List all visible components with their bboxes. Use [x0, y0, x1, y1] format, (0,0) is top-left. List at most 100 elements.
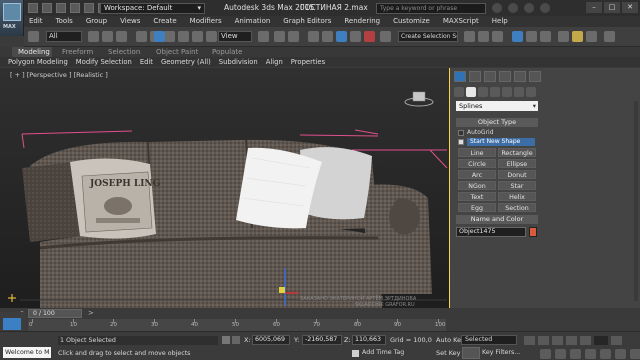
line-button[interactable]: Line: [458, 148, 496, 157]
viewcube-icon[interactable]: [404, 91, 434, 107]
shapes-icon[interactable]: [466, 87, 476, 97]
display-tab-icon[interactable]: [514, 71, 526, 82]
app-menu-button[interactable]: MAX: [0, 0, 24, 36]
geometry-icon[interactable]: [454, 87, 464, 97]
teapot-render-icon[interactable]: [604, 31, 615, 42]
field-of-view-icon[interactable]: [585, 349, 596, 359]
key-filters-button[interactable]: Key Filters...: [482, 349, 520, 356]
keyboard-shortcut-icon[interactable]: [288, 31, 299, 42]
helix-button[interactable]: Helix: [498, 192, 536, 201]
modify-tab-icon[interactable]: [469, 71, 481, 82]
set-keys-icon[interactable]: [462, 347, 480, 359]
autogrid-checkbox-row[interactable]: AutoGrid: [458, 129, 494, 137]
named-selection-dropdown[interactable]: Create Selection Se: [398, 31, 458, 42]
create-tab-icon[interactable]: [454, 71, 466, 82]
object-name-field[interactable]: Object1475: [456, 227, 526, 237]
save-file-icon[interactable]: [56, 3, 66, 13]
y-coordinate-field[interactable]: -2160,587: [302, 335, 342, 345]
select-manipulate-icon[interactable]: [274, 31, 285, 42]
link-icon[interactable]: [88, 31, 99, 42]
panel-edit[interactable]: Edit: [140, 57, 153, 67]
ellipse-button[interactable]: Ellipse: [498, 159, 536, 168]
lock-selection-icon[interactable]: [222, 336, 230, 344]
bind-space-warp-icon[interactable]: [116, 31, 127, 42]
schematic-view-icon[interactable]: [526, 31, 537, 42]
next-frame-icon[interactable]: [566, 336, 577, 345]
ngon-button[interactable]: NGon: [458, 181, 496, 190]
pan-icon[interactable]: [600, 349, 611, 359]
snaps-toggle-icon[interactable]: [308, 31, 319, 42]
text-button[interactable]: Text: [458, 192, 496, 201]
tab-object-paint[interactable]: Object Paint: [156, 48, 198, 56]
undo-icon[interactable]: [28, 31, 39, 42]
maximize-viewport-icon[interactable]: [630, 349, 640, 359]
motion-tab-icon[interactable]: [499, 71, 511, 82]
go-to-start-icon[interactable]: [524, 336, 535, 345]
previous-frame-icon[interactable]: [538, 336, 549, 345]
menu-views[interactable]: Views: [120, 16, 140, 27]
space-warps-icon[interactable]: [514, 87, 524, 97]
new-file-icon[interactable]: [28, 3, 38, 13]
utilities-tab-icon[interactable]: [529, 71, 541, 82]
rectangular-selection-icon[interactable]: [164, 31, 175, 42]
name-and-color-rollout[interactable]: Name and Color: [456, 215, 538, 224]
open-file-icon[interactable]: [42, 3, 52, 13]
object-type-rollout[interactable]: Object Type: [456, 118, 538, 127]
time-config-icon[interactable]: [611, 336, 622, 345]
z-coordinate-field[interactable]: 110,663: [352, 335, 386, 345]
percent-snap-icon[interactable]: [336, 31, 347, 42]
ribbon-toggle-icon[interactable]: [492, 31, 503, 42]
spinner-snap-icon[interactable]: [350, 31, 361, 42]
panel-geometry-all[interactable]: Geometry (All): [161, 57, 211, 67]
select-and-rotate-icon[interactable]: [192, 31, 203, 42]
shape-category-dropdown[interactable]: Splines: [456, 101, 538, 111]
next-frame-icon[interactable]: >: [88, 309, 96, 318]
menu-create[interactable]: Create: [153, 16, 176, 27]
panel-properties[interactable]: Properties: [291, 57, 325, 67]
exchange-icon[interactable]: [524, 3, 534, 13]
help-icon[interactable]: [540, 3, 550, 13]
start-new-shape-button[interactable]: Start New Shape: [467, 138, 535, 146]
lights-icon[interactable]: [478, 87, 488, 97]
maxscript-listener-input[interactable]: Welcome to M: [3, 347, 51, 358]
select-and-move-icon[interactable]: [154, 31, 165, 42]
current-frame-field[interactable]: [594, 336, 608, 345]
donut-button[interactable]: Donut: [498, 170, 536, 179]
pivot-center-icon[interactable]: [258, 31, 269, 42]
start-new-shape-checkbox[interactable]: [458, 138, 467, 146]
undo-icon[interactable]: [70, 3, 80, 13]
set-key-label[interactable]: Set Key: [436, 349, 461, 357]
menu-group[interactable]: Group: [86, 16, 107, 27]
window-crossing-icon[interactable]: [178, 31, 189, 42]
workspace-dropdown[interactable]: Workspace: Default: [100, 3, 205, 14]
menu-customize[interactable]: Customize: [393, 16, 430, 27]
menu-graph-editors[interactable]: Graph Editors: [283, 16, 331, 27]
x-coordinate-field[interactable]: 6005,069: [252, 335, 290, 345]
material-editor-icon[interactable]: [540, 31, 551, 42]
select-object-icon[interactable]: [136, 31, 147, 42]
tab-modeling[interactable]: Modeling: [18, 48, 50, 56]
menu-animation[interactable]: Animation: [235, 16, 271, 27]
viewport-label[interactable]: [ + ] [Perspective ] [Realistic ]: [10, 71, 108, 79]
panel-align[interactable]: Align: [266, 57, 283, 67]
tab-selection[interactable]: Selection: [108, 48, 140, 56]
panel-polygon-modeling[interactable]: Polygon Modeling: [8, 57, 68, 67]
menu-edit[interactable]: Edit: [29, 16, 43, 27]
helpers-icon[interactable]: [502, 87, 512, 97]
time-slider-thumb[interactable]: 0 / 100: [28, 309, 82, 318]
curve-editor-icon[interactable]: [512, 31, 523, 42]
star-button[interactable]: Star: [498, 181, 536, 190]
menu-tools[interactable]: Tools: [56, 16, 73, 27]
add-time-tag-button[interactable]: Add Time Tag: [362, 349, 404, 356]
render-production-icon[interactable]: [586, 31, 597, 42]
binoculars-icon[interactable]: [492, 3, 502, 13]
menu-help[interactable]: Help: [492, 16, 508, 27]
object-color-swatch[interactable]: [529, 227, 537, 237]
menu-rendering[interactable]: Rendering: [344, 16, 380, 27]
key-mode-dropdown[interactable]: Selected: [461, 335, 517, 345]
search-input[interactable]: Type a keyword or phrase: [376, 3, 486, 14]
go-to-end-icon[interactable]: [580, 336, 591, 345]
arc-button[interactable]: Arc: [458, 170, 496, 179]
hierarchy-tab-icon[interactable]: [484, 71, 496, 82]
angle-snap-icon[interactable]: [322, 31, 333, 42]
